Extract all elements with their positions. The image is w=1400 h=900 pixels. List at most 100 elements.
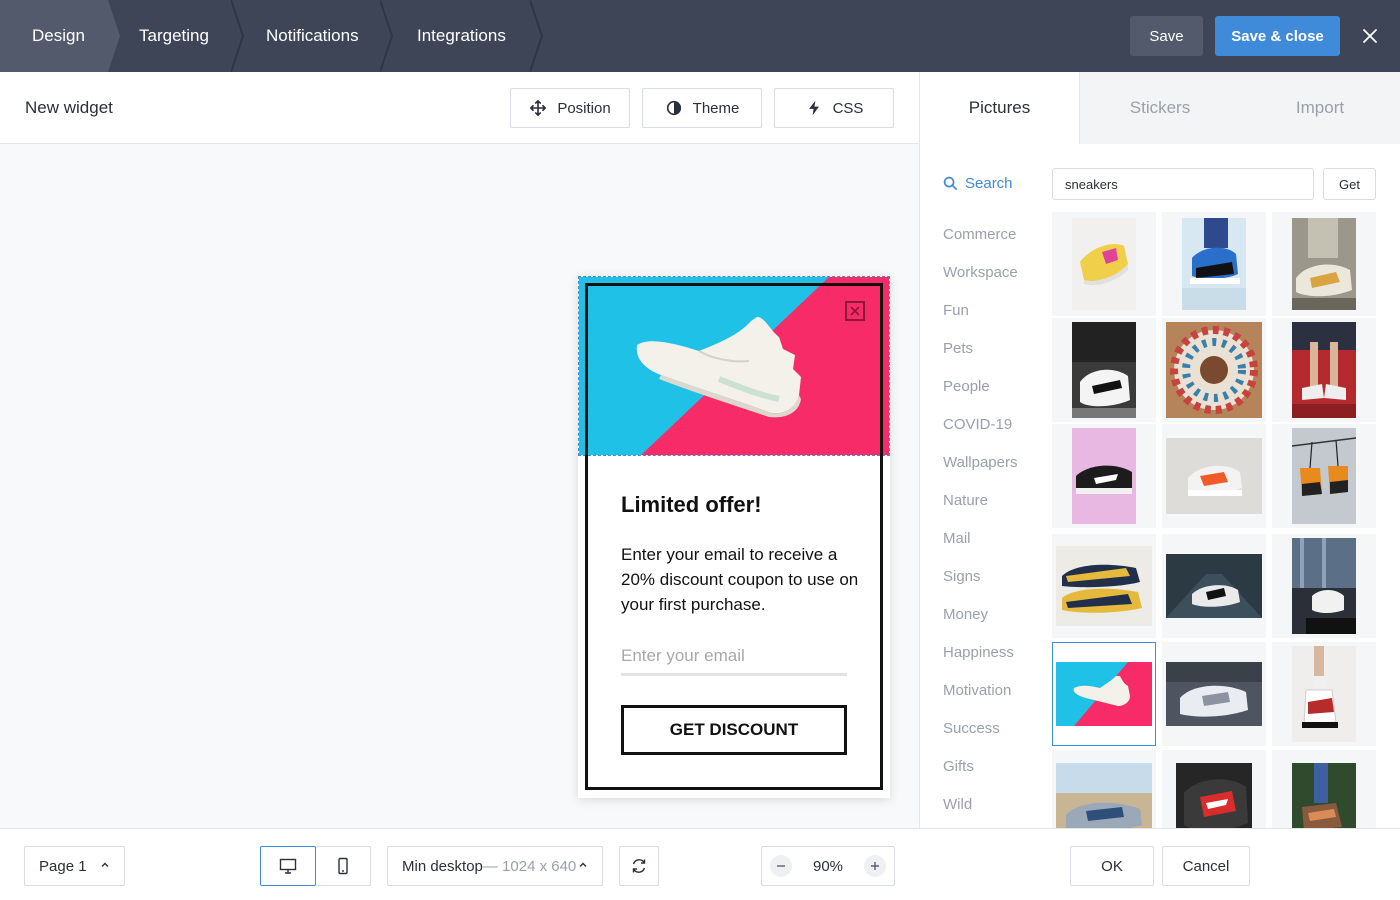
position-button[interactable]: Position	[510, 88, 630, 128]
ok-button[interactable]: OK	[1070, 846, 1154, 886]
lightning-icon	[808, 100, 819, 116]
category-people[interactable]: People	[943, 378, 990, 395]
tab-stickers[interactable]: Stickers	[1080, 72, 1240, 144]
sneaker-photo	[1292, 763, 1356, 828]
chevron-separator-icon	[380, 0, 394, 72]
save-and-close-button[interactable]: Save & close	[1215, 16, 1340, 56]
picture-thumbnail[interactable]	[1052, 424, 1156, 528]
picture-thumbnail[interactable]	[1162, 534, 1266, 638]
category-mail[interactable]: Mail	[943, 530, 971, 547]
picture-thumbnail[interactable]	[1272, 318, 1376, 422]
picture-thumbnail-selected[interactable]	[1052, 642, 1156, 746]
desktop-monitor-icon	[279, 858, 297, 874]
desktop-view-button[interactable]	[260, 846, 316, 886]
tab-pictures-label: Pictures	[968, 98, 1031, 117]
close-icon[interactable]	[1358, 24, 1382, 48]
picture-thumbnail[interactable]	[1052, 318, 1156, 422]
editor-header: New widget Position Theme CSS	[0, 72, 919, 144]
category-fun[interactable]: Fun	[943, 302, 969, 319]
step-targeting-label: Targeting	[139, 26, 209, 45]
category-wild[interactable]: Wild	[943, 796, 972, 813]
cancel-button[interactable]: Cancel	[1162, 846, 1250, 886]
theme-button-label: Theme	[692, 99, 740, 117]
picture-thumbnail[interactable]	[1162, 424, 1266, 528]
chevron-separator-icon	[231, 0, 245, 72]
page-selector-label: Page 1	[39, 857, 87, 875]
popup-title: Limited offer!	[621, 492, 762, 517]
sneaker-photo	[1056, 546, 1152, 626]
sneaker-photo	[1056, 763, 1152, 828]
search-category-label: Search	[965, 175, 1013, 192]
category-workspace[interactable]: Workspace	[943, 264, 1018, 281]
category-pets[interactable]: Pets	[943, 340, 973, 357]
picture-thumbnail[interactable]	[1272, 424, 1376, 528]
zoom-level: 90%	[812, 857, 844, 875]
get-pictures-button[interactable]: Get	[1323, 168, 1376, 200]
sneaker-photo	[1072, 322, 1136, 418]
save-button[interactable]: Save	[1130, 16, 1203, 56]
zoom-in-button[interactable]	[864, 855, 886, 877]
popup-close-icon[interactable]	[845, 301, 865, 321]
step-design[interactable]: Design	[0, 0, 120, 72]
picture-thumbnail[interactable]	[1272, 642, 1376, 746]
category-gifts[interactable]: Gifts	[943, 758, 974, 775]
zoom-out-button[interactable]	[770, 855, 792, 877]
rotate-button[interactable]	[619, 846, 659, 886]
sneaker-photo	[1166, 662, 1262, 726]
picture-thumbnail[interactable]	[1272, 534, 1376, 638]
category-nature[interactable]: Nature	[943, 492, 988, 509]
popup-email-input[interactable]	[621, 638, 847, 676]
picture-thumbnail[interactable]	[1162, 642, 1266, 746]
popup-widget-preview[interactable]: Limited offer! Enter your email to recei…	[578, 276, 890, 798]
media-tabs: Pictures Stickers Import	[920, 72, 1400, 144]
search-category[interactable]: Search	[943, 175, 1013, 192]
sneaker-photo	[1292, 428, 1356, 524]
picture-thumbnail[interactable]	[1052, 750, 1156, 828]
plus-icon	[871, 862, 879, 870]
category-commerce[interactable]: Commerce	[943, 226, 1016, 243]
mobile-view-button[interactable]	[315, 846, 371, 886]
picture-thumbnail[interactable]	[1162, 318, 1266, 422]
picture-thumbnail[interactable]	[1052, 212, 1156, 316]
move-arrows-icon	[530, 99, 547, 117]
sneaker-photo	[1072, 218, 1136, 310]
category-motivation[interactable]: Motivation	[943, 682, 1011, 699]
sneaker-hero-illustration	[579, 277, 889, 455]
css-button-label: CSS	[832, 99, 864, 117]
popup-hero-image[interactable]	[578, 276, 890, 456]
chevron-up-icon	[101, 862, 109, 867]
category-success[interactable]: Success	[943, 720, 1000, 737]
tab-pictures[interactable]: Pictures	[920, 72, 1080, 144]
contrast-icon	[666, 100, 681, 116]
step-targeting[interactable]: Targeting	[139, 0, 209, 72]
step-notifications[interactable]: Notifications	[266, 0, 359, 72]
minus-icon	[777, 865, 785, 867]
resolution-selector[interactable]: Min desktop — 1024 x 640	[387, 846, 603, 886]
category-covid-19[interactable]: COVID-19	[943, 416, 1012, 433]
sneaker-photo	[1176, 763, 1252, 828]
picture-thumbnail[interactable]	[1272, 750, 1376, 828]
picture-thumbnail[interactable]	[1162, 750, 1266, 828]
zoom-control: 90%	[761, 846, 895, 886]
chevron-up-icon	[579, 862, 587, 867]
resolution-name: Min desktop	[402, 857, 483, 875]
category-money[interactable]: Money	[943, 606, 988, 623]
get-discount-button[interactable]: GET DISCOUNT	[621, 705, 847, 755]
css-button[interactable]: CSS	[774, 88, 894, 128]
step-integrations[interactable]: Integrations	[417, 0, 506, 72]
search-icon	[943, 176, 957, 190]
category-happiness[interactable]: Happiness	[943, 644, 1014, 661]
page-selector[interactable]: Page 1	[24, 846, 125, 886]
theme-button[interactable]: Theme	[642, 88, 762, 128]
picture-search-input[interactable]	[1052, 168, 1314, 200]
picture-thumbnail[interactable]	[1272, 212, 1376, 316]
category-wallpapers[interactable]: Wallpapers	[943, 454, 1017, 471]
step-design-label: Design	[32, 26, 85, 45]
picture-thumbnail[interactable]	[1162, 212, 1266, 316]
picture-thumbnail[interactable]	[1052, 534, 1156, 638]
tab-import[interactable]: Import	[1240, 72, 1400, 144]
bottom-toolbar: Page 1 Min desktop — 1024 x 640 90% OK C…	[0, 828, 1400, 900]
category-signs[interactable]: Signs	[943, 568, 981, 585]
tab-stickers-label: Stickers	[1129, 98, 1191, 117]
widget-title: New widget	[25, 98, 113, 117]
